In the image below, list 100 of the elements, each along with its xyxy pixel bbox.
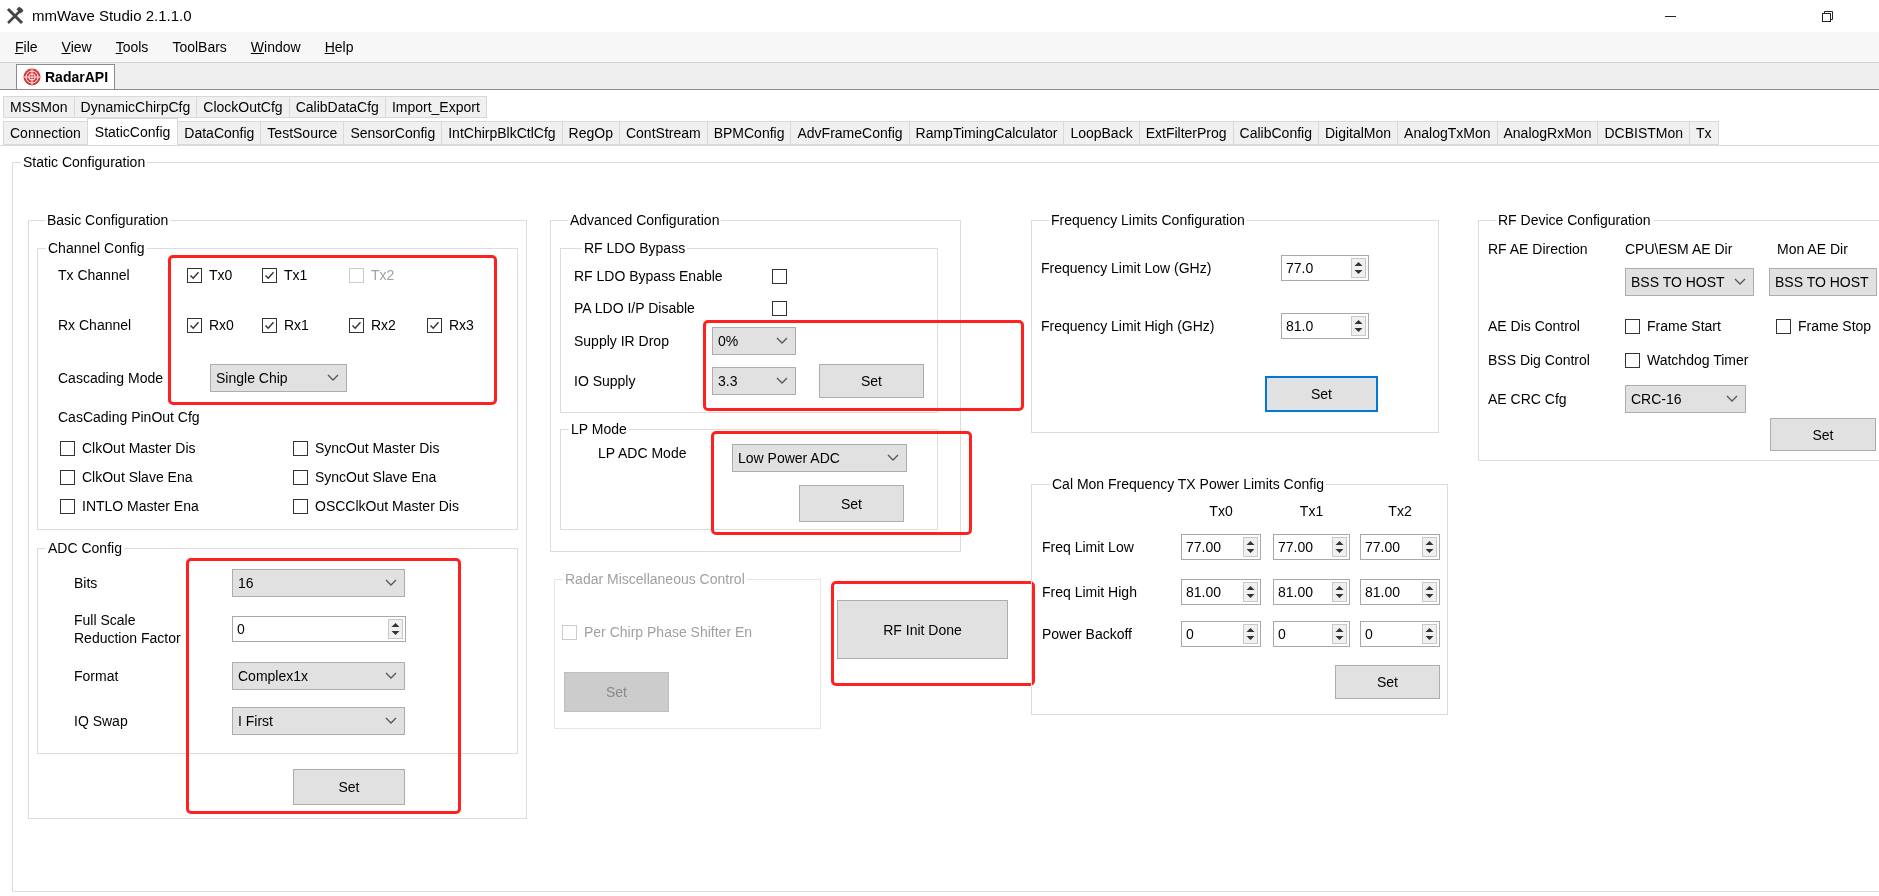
dropdown[interactable]: Single Chip	[210, 364, 347, 392]
dropdown[interactable]: BSS TO HOST	[1625, 268, 1754, 296]
tab[interactable]: DCBISTMon	[1597, 121, 1690, 145]
field-label: CasCading PinOut Cfg	[58, 408, 200, 426]
spin-box[interactable]: 0	[1360, 621, 1440, 647]
menu-item[interactable]: Window	[249, 38, 302, 56]
spin-arrows-icon[interactable]	[1243, 624, 1258, 644]
checkbox[interactable]	[262, 267, 277, 283]
tab[interactable]: BPMConfig	[706, 121, 792, 145]
column-header: Tx1	[1298, 502, 1325, 520]
spin-arrows-icon[interactable]	[1243, 537, 1258, 557]
checkbox-label: Rx3	[449, 316, 474, 334]
checkbox[interactable]	[293, 469, 308, 485]
tab[interactable]: DataConfig	[177, 121, 262, 145]
checkbox[interactable]	[293, 498, 308, 514]
menu-item[interactable]: Tools	[114, 38, 150, 56]
tab[interactable]: RegOp	[561, 121, 620, 145]
spin-arrows-icon[interactable]	[1243, 582, 1258, 602]
restore-icon[interactable]	[1822, 10, 1833, 22]
tab[interactable]: LoopBack	[1063, 121, 1140, 145]
spin-box[interactable]: 0	[1273, 621, 1350, 647]
checkbox[interactable]	[772, 268, 787, 284]
spin-box[interactable]: 0	[232, 616, 406, 642]
spin-arrows-icon[interactable]	[1332, 582, 1347, 602]
set-button[interactable]: Set	[1335, 665, 1440, 699]
checkbox[interactable]	[1625, 352, 1640, 368]
tab[interactable]: AnalogRxMon	[1496, 121, 1599, 145]
caret-icon	[327, 374, 339, 382]
tab[interactable]: CalibConfig	[1232, 121, 1319, 145]
field-label: IQ Swap	[74, 712, 129, 730]
spin-box[interactable]: 81.00	[1360, 579, 1440, 605]
spin-arrows-icon[interactable]	[1332, 624, 1347, 644]
caret-icon	[385, 672, 397, 680]
dropdown[interactable]: 16	[232, 569, 405, 597]
group-title: Frequency Limits Configuration	[1050, 212, 1246, 229]
field-label: Power Backoff	[1042, 625, 1133, 643]
spin-arrows-icon[interactable]	[388, 619, 403, 639]
tab[interactable]: SensorConfig	[343, 121, 443, 145]
tab[interactable]: IntChirpBlkCtlCfg	[441, 121, 563, 145]
spin-arrows-icon[interactable]	[1422, 624, 1437, 644]
set-button[interactable]: Set	[799, 485, 904, 522]
tab[interactable]: DynamicChirpCfg	[73, 96, 198, 118]
spin-box[interactable]: 81.00	[1273, 579, 1350, 605]
tab[interactable]: DigitalMon	[1317, 121, 1399, 145]
menu-item[interactable]: Help	[323, 38, 355, 56]
spin-box[interactable]: 81.0	[1281, 313, 1369, 339]
checkbox[interactable]	[427, 317, 442, 333]
spin-arrows-icon[interactable]	[1422, 537, 1437, 557]
rf-init-done-button[interactable]: RF Init Done	[837, 600, 1008, 659]
checkbox-label: Rx2	[371, 316, 396, 334]
spin-box[interactable]: 77.00	[1181, 534, 1261, 560]
checkbox[interactable]	[187, 317, 202, 333]
spin-box[interactable]: 77.00	[1273, 534, 1350, 560]
menu-item[interactable]: View	[60, 38, 93, 56]
checkbox[interactable]	[60, 469, 75, 485]
spin-box[interactable]: 77.00	[1360, 534, 1440, 560]
menu-item[interactable]: ToolBars	[171, 38, 228, 56]
checkbox[interactable]	[262, 317, 277, 333]
tab[interactable]: TestSource	[260, 121, 345, 145]
checkbox[interactable]	[293, 440, 308, 456]
dropdown[interactable]: CRC-16	[1625, 385, 1746, 413]
spin-box[interactable]: 77.0	[1281, 255, 1369, 281]
tab[interactable]: ExtFilterProg	[1138, 121, 1234, 145]
spin-box[interactable]: 0	[1181, 621, 1261, 647]
set-button[interactable]: Set	[293, 769, 405, 805]
tab[interactable]: CalibDataCfg	[288, 96, 386, 118]
checkbox[interactable]	[1625, 318, 1640, 334]
tab[interactable]: RampTimingCalculator	[908, 121, 1065, 145]
spin-arrows-icon[interactable]	[1351, 316, 1366, 336]
menu-item[interactable]: File	[14, 38, 39, 56]
tab[interactable]: Connection	[3, 121, 88, 145]
document-tab[interactable]: RadarAPI	[16, 64, 116, 89]
checkbox[interactable]	[349, 317, 364, 333]
spin-arrows-icon[interactable]	[1422, 582, 1437, 602]
set-button[interactable]: Set	[1265, 376, 1378, 412]
spin-box[interactable]: 81.00	[1181, 579, 1261, 605]
set-button[interactable]: Set	[819, 364, 924, 398]
tab[interactable]: ClockOutCfg	[196, 96, 290, 118]
tab[interactable]: MSSMon	[3, 96, 75, 118]
set-button[interactable]: Set	[1770, 418, 1876, 451]
field-label: Cascading Mode	[58, 369, 165, 387]
tab[interactable]: Import_Export	[384, 96, 487, 118]
dropdown[interactable]: Complex1x	[232, 662, 405, 690]
tab[interactable]: AdvFrameConfig	[790, 121, 910, 145]
dropdown[interactable]: 3.3	[712, 367, 796, 395]
tab[interactable]: ContStream	[618, 121, 708, 145]
checkbox[interactable]	[60, 498, 75, 514]
checkbox-label: Tx2	[371, 266, 395, 284]
checkbox[interactable]	[187, 267, 202, 283]
tab[interactable]: AnalogTxMon	[1397, 121, 1498, 145]
spin-arrows-icon[interactable]	[1351, 258, 1366, 278]
dropdown[interactable]: Low Power ADC	[732, 444, 907, 472]
checkbox[interactable]	[772, 300, 787, 316]
checkbox[interactable]	[60, 440, 75, 456]
spin-arrows-icon[interactable]	[1332, 537, 1347, 557]
tab[interactable]: Tx	[1689, 121, 1719, 145]
checkbox[interactable]	[1776, 318, 1791, 334]
dropdown[interactable]: I First	[232, 707, 405, 735]
dropdown[interactable]: 0%	[712, 327, 796, 355]
dropdown[interactable]: BSS TO HOST	[1769, 268, 1877, 296]
